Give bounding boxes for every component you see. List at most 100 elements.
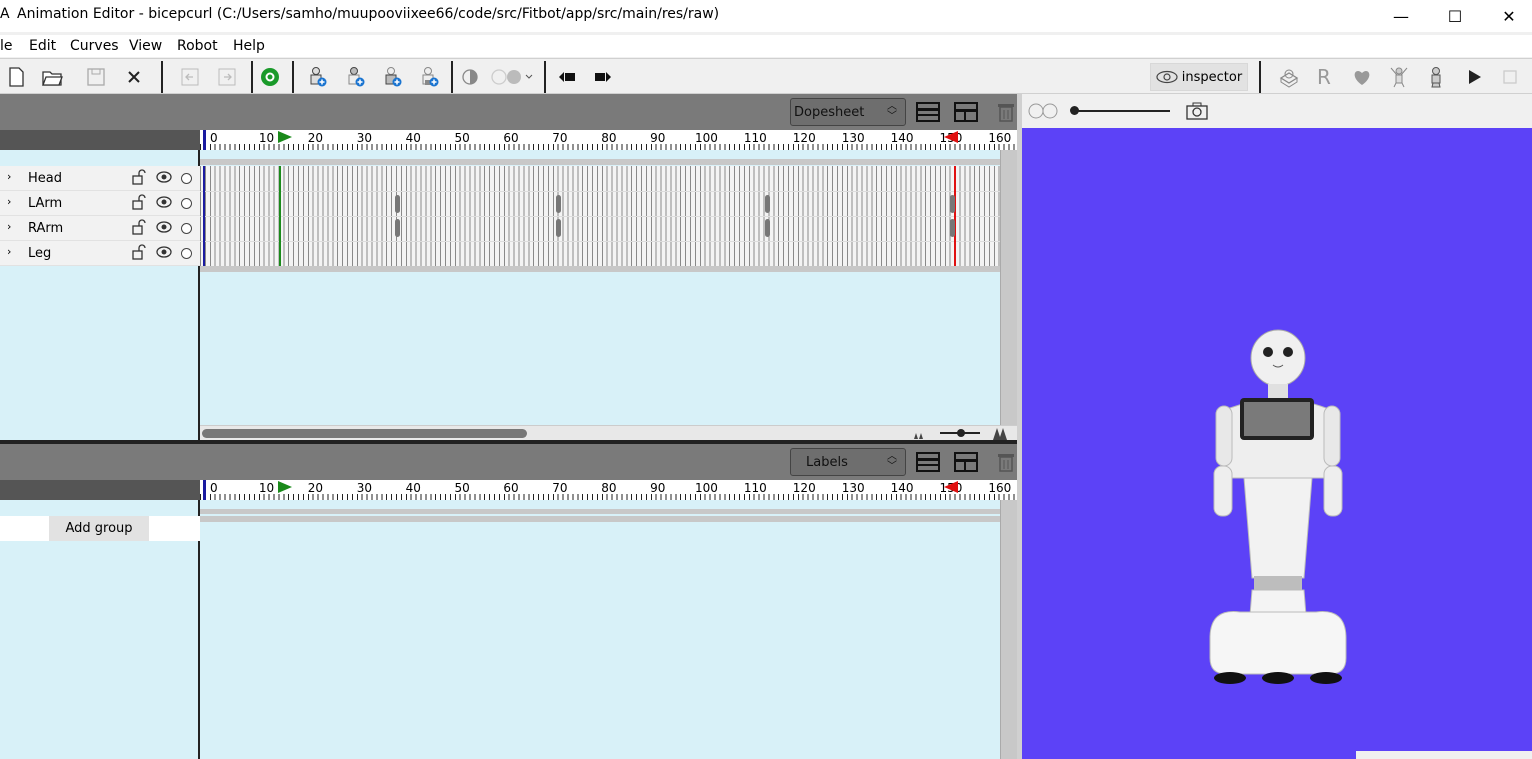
keyframe[interactable] — [765, 219, 770, 237]
dopesheet-horizontal-scrollbar-area — [200, 425, 1017, 440]
start-flag-icon[interactable] — [278, 481, 294, 493]
undo-icon[interactable] — [178, 65, 202, 89]
split-view-icon[interactable] — [954, 102, 978, 122]
close-file-icon[interactable] — [122, 65, 146, 89]
next-keyframe-icon[interactable] — [591, 65, 615, 89]
ruler-tick-label: 160 — [988, 481, 1012, 495]
visibility-eye-icon[interactable] — [155, 169, 173, 185]
menu-help[interactable]: Help — [233, 38, 265, 54]
expand-chevron-icon[interactable]: › — [7, 245, 11, 258]
dopesheet-keyframe-grid[interactable] — [200, 150, 1000, 425]
inspector-button[interactable]: inspector — [1150, 63, 1248, 91]
add-robot-head-icon[interactable] — [343, 65, 367, 89]
solo-toggle[interactable] — [181, 223, 192, 234]
row-divider — [200, 216, 1000, 217]
unlock-icon[interactable] — [131, 194, 147, 210]
trash-icon[interactable] — [994, 102, 1018, 122]
keyframe[interactable] — [395, 219, 400, 237]
end-frame-line — [954, 166, 956, 266]
keyframe[interactable] — [950, 195, 955, 213]
minimize-button[interactable]: — — [1378, 0, 1424, 32]
robot-connect-icon[interactable] — [1277, 65, 1301, 89]
solo-toggle[interactable] — [181, 198, 192, 209]
add-robot-legs-icon[interactable] — [417, 65, 441, 89]
expand-chevron-icon[interactable]: › — [7, 170, 11, 183]
zoom-slider-handle[interactable] — [957, 429, 965, 437]
onion-skin-dropdown-icon[interactable] — [490, 65, 538, 89]
play-icon[interactable] — [1462, 65, 1486, 89]
trash-icon[interactable] — [994, 452, 1018, 472]
dopesheet-time-ruler[interactable]: 0102030405060708090100110120130140150160 — [0, 130, 1017, 150]
zoom-in-icon[interactable] — [992, 426, 1008, 440]
new-file-icon[interactable] — [4, 65, 28, 89]
keyframe[interactable] — [556, 219, 561, 237]
onion-circles-icon[interactable] — [1028, 103, 1060, 119]
ruler-track[interactable]: 0102030405060708090100110120130140150160 — [200, 480, 1017, 500]
keyframe[interactable] — [950, 219, 955, 237]
stop-icon[interactable] — [1498, 65, 1522, 89]
track-row-head[interactable]: › Head — [0, 166, 200, 191]
collapse-view-icon[interactable] — [916, 102, 940, 122]
labels-vertical-scrollbar[interactable] — [1000, 500, 1017, 759]
add-robot-pose-icon[interactable] — [305, 65, 329, 89]
labels-grid[interactable] — [200, 500, 1000, 759]
visibility-eye-icon[interactable] — [155, 244, 173, 260]
view-slider[interactable] — [1072, 110, 1170, 112]
keyframe-rows[interactable] — [200, 166, 1000, 266]
track-row-leg[interactable]: › Leg — [0, 241, 200, 266]
summary-strip — [200, 159, 1000, 165]
unlock-icon[interactable] — [131, 169, 147, 185]
view-slider-handle[interactable] — [1070, 106, 1079, 115]
ruler-track[interactable]: 0102030405060708090100110120130140150160 — [200, 130, 1017, 150]
robot-r-icon[interactable]: R — [1312, 65, 1336, 89]
horizontal-scroll-thumb[interactable] — [202, 429, 527, 438]
previous-keyframe-icon[interactable] — [555, 65, 579, 89]
select-arrows-icon: ︿ ﹀ — [887, 451, 897, 472]
ruler-tick-label: 120 — [792, 481, 816, 495]
save-icon[interactable] — [84, 65, 108, 89]
unlock-icon[interactable] — [131, 219, 147, 235]
settings-gear-icon[interactable] — [258, 65, 282, 89]
track-row-larm[interactable]: › LArm — [0, 191, 200, 216]
maximize-button[interactable]: ☐ — [1432, 0, 1478, 32]
robot-stand-icon[interactable] — [1424, 65, 1448, 89]
split-view-icon[interactable] — [954, 452, 978, 472]
robot-arms-up-icon[interactable] — [1387, 65, 1411, 89]
keyframe[interactable] — [395, 195, 400, 213]
start-flag-icon[interactable] — [278, 131, 294, 143]
menu-view[interactable]: View — [129, 38, 162, 54]
dopesheet-vertical-scrollbar[interactable] — [1000, 150, 1017, 425]
camera-icon[interactable] — [1186, 102, 1208, 120]
close-button[interactable]: ✕ — [1486, 0, 1532, 32]
menu-curves[interactable]: Curves — [70, 38, 119, 54]
labels-time-ruler[interactable]: 0102030405060708090100110120130140150160 — [0, 480, 1017, 500]
menu-file[interactable]: le — [0, 38, 13, 54]
unlock-icon[interactable] — [131, 244, 147, 260]
solo-toggle[interactable] — [181, 248, 192, 259]
visibility-eye-icon[interactable] — [155, 219, 173, 235]
robot-3d-viewport[interactable] — [1022, 128, 1532, 759]
mode-select-dopesheet[interactable]: Dopesheet ︿ ﹀ — [790, 98, 906, 126]
solo-toggle[interactable] — [181, 173, 192, 184]
contrast-icon[interactable] — [458, 65, 482, 89]
add-robot-arms-icon[interactable] — [380, 65, 404, 89]
keyframe[interactable] — [765, 195, 770, 213]
redo-icon[interactable] — [215, 65, 239, 89]
open-folder-icon[interactable] — [40, 65, 64, 89]
menu-robot[interactable]: Robot — [177, 38, 218, 54]
expand-chevron-icon[interactable]: › — [7, 220, 11, 233]
heart-icon[interactable] — [1350, 65, 1374, 89]
keyframe[interactable] — [556, 195, 561, 213]
current-frame-marker[interactable] — [203, 480, 206, 500]
mode-select-labels[interactable]: Labels ︿ ﹀ — [790, 448, 906, 476]
zoom-out-icon[interactable] — [912, 429, 926, 439]
end-flag-icon[interactable] — [944, 131, 958, 143]
collapse-view-icon[interactable] — [916, 452, 940, 472]
menu-edit[interactable]: Edit — [29, 38, 56, 54]
expand-chevron-icon[interactable]: › — [7, 195, 11, 208]
add-group-button[interactable]: Add group — [49, 516, 149, 541]
visibility-eye-icon[interactable] — [155, 194, 173, 210]
current-frame-marker[interactable] — [203, 130, 206, 150]
track-row-rarm[interactable]: › RArm — [0, 216, 200, 241]
end-flag-icon[interactable] — [944, 481, 958, 493]
